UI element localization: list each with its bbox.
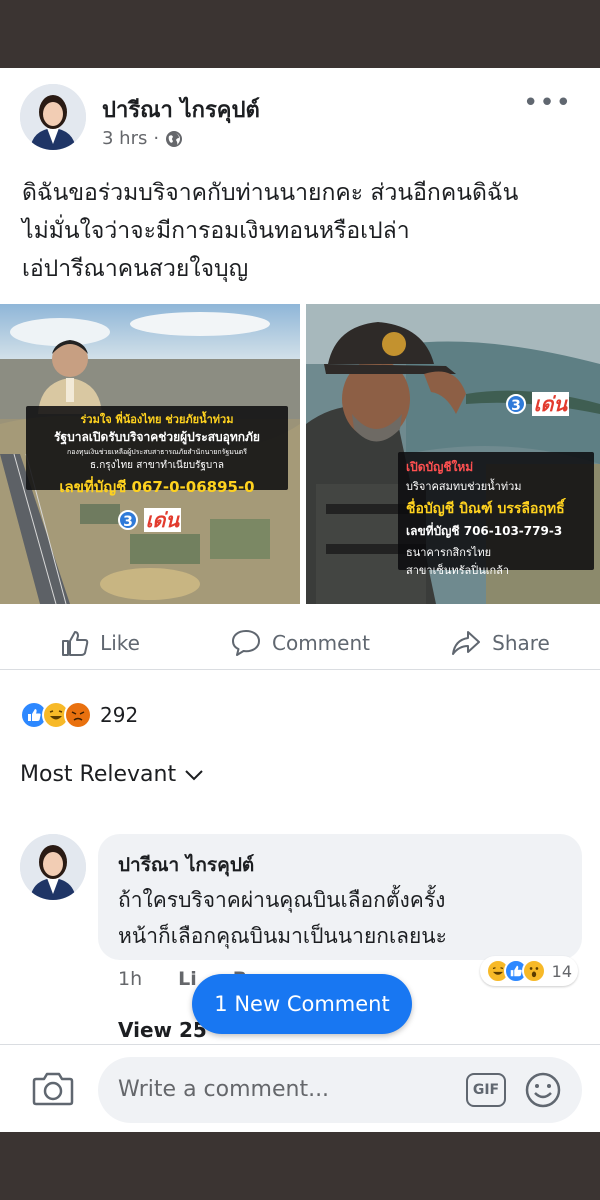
- comment-bubble: ปารีณา ไกรคุปต์ ถ้าใครบริจาคผ่านคุณบินเล…: [98, 834, 582, 960]
- comment-sort-dropdown[interactable]: Most Relevant: [20, 762, 204, 787]
- bottom-frame: [0, 1132, 600, 1200]
- post-screen: ปารีณา ไกรคุปต์ 3 hrs · ••• ดิฉันขอร่วมบ…: [0, 68, 600, 1132]
- channel-number: 3: [118, 510, 138, 530]
- banner-account: เลขที่บัญชี 067-0-06895-0: [59, 478, 255, 496]
- reaction-count: 292: [100, 703, 139, 727]
- post-text-line: ไม่มั่นใจว่าจะมีการอมเงินทอนหรือเปล่า: [22, 218, 410, 244]
- emoji-icon[interactable]: [524, 1071, 562, 1109]
- reaction-summary[interactable]: 292: [20, 698, 138, 732]
- banner-fund-name: กองทุนเงินช่วยเหลือผู้ประสบสาธารณภัยสำนั…: [67, 448, 247, 456]
- donation-banner-right: เปิดบัญชีใหม่ บริจาคสมทบช่วยน้ำท่วม ชื่อ…: [398, 452, 594, 577]
- banner-bank: ธ.กรุงไทย สาขาทำเนียบรัฐบาล: [89, 460, 225, 471]
- share-label: Share: [492, 630, 550, 655]
- comment-time: 1h: [118, 968, 143, 990]
- camera-icon[interactable]: [32, 1069, 74, 1107]
- post-text: ดิฉันขอร่วมบริจาคกับท่านนายกคะ ส่วนอีกคน…: [22, 174, 582, 288]
- post-author-avatar[interactable]: [20, 84, 86, 150]
- post-header: ปารีณา ไกรคุปต์ 3 hrs · •••: [0, 68, 600, 158]
- post-actions: Like Comment Share: [0, 616, 600, 670]
- top-frame: [0, 0, 600, 68]
- wow-reaction-icon: [521, 959, 546, 983]
- share-icon: [452, 630, 481, 655]
- like-button[interactable]: Like: [0, 616, 200, 669]
- banner-account-name: ชื่อบัญชี บิณฑ์ บรรลือฤทธิ์: [406, 501, 565, 517]
- comment-text: ถ้าใครบริจาคผ่านคุณบินเลือกตั้งครั้ง หน้…: [118, 882, 562, 954]
- comment-reaction-summary[interactable]: 14: [479, 956, 578, 986]
- donation-banner-left: ร่วมใจ พี่น้องไทย ช่วยภัยน้ำท่วม รัฐบาลเ…: [26, 406, 288, 496]
- comment-like-link[interactable]: Li: [178, 968, 197, 990]
- banner-subtitle: บริจาคสมทบช่วยน้ำท่วม: [406, 480, 522, 493]
- chevron-down-icon: [185, 769, 203, 780]
- banner-headline: ร่วมใจ พี่น้องไทย ช่วยภัยน้ำท่วม: [80, 413, 234, 426]
- like-icon: [62, 630, 89, 656]
- view-more-replies-link[interactable]: View 25: [118, 1018, 207, 1042]
- banner-subtitle: รัฐบาลเปิดรับบริจาคช่วยผู้ประสบอุทกภัย: [54, 430, 260, 444]
- comment-text-line: หน้าก็เลือกคุณบินมาเป็นนายกเลยนะ: [118, 924, 447, 948]
- new-comment-pill[interactable]: 1 New Comment: [192, 974, 412, 1034]
- more-icon[interactable]: •••: [523, 88, 572, 118]
- banner-bank: ธนาคารกสิกรไทย: [406, 546, 492, 559]
- share-button[interactable]: Share: [400, 616, 600, 669]
- post-meta: 3 hrs ·: [102, 128, 183, 149]
- comment-reaction-count: 14: [551, 961, 572, 981]
- gif-label: GIF: [472, 1082, 500, 1098]
- comment-input-placeholder: Write a comment...: [118, 1077, 330, 1102]
- channel-logo: 3 เด่น: [118, 504, 182, 536]
- channel-word: เด่น: [531, 392, 570, 416]
- post-image-left[interactable]: ร่วมใจ พี่น้องไทย ช่วยภัยน้ำท่วม รัฐบาลเ…: [0, 304, 300, 604]
- comment-author-name[interactable]: ปารีณา ไกรคุปต์: [118, 850, 562, 880]
- post-image-right[interactable]: 3 เด่น เปิดบัญชีใหม่ บริจาคสมทบช่วยน้ำท่…: [306, 304, 600, 604]
- post-text-line: ดิฉันขอร่วมบริจาคกับท่านนายกคะ ส่วนอีกคน…: [22, 180, 519, 206]
- comment-button[interactable]: Comment: [200, 616, 400, 669]
- comment-icon: [232, 629, 260, 656]
- comment-text-line: ถ้าใครบริจาคผ่านคุณบินเลือกตั้งครั้ง: [118, 888, 446, 912]
- comment-author-avatar[interactable]: [20, 834, 86, 900]
- comment-label: Comment: [272, 630, 370, 655]
- banner-account: เลขที่บัญชี 706-103-779-3: [406, 524, 563, 538]
- post-author-name[interactable]: ปารีณา ไกรคุปต์: [102, 92, 260, 127]
- comment-sort-label: Most Relevant: [20, 762, 177, 787]
- globe-icon: [166, 130, 183, 147]
- post-text-line: เอ่ปารีณาคนสวยใจบุญ: [22, 256, 249, 282]
- angry-reaction-icon: [64, 701, 92, 729]
- comment-input[interactable]: Write a comment... GIF: [98, 1057, 582, 1123]
- post-time[interactable]: 3 hrs: [102, 128, 147, 149]
- channel-word: เด่น: [143, 508, 182, 532]
- channel-number: 3: [506, 394, 526, 414]
- banner-headline: เปิดบัญชีใหม่: [406, 460, 474, 474]
- channel-logo: 3 เด่น: [506, 388, 570, 420]
- like-label: Like: [100, 630, 140, 655]
- meta-separator: ·: [153, 128, 160, 149]
- banner-branch: สาขาเซ็นทรัลปิ่นเกล้า: [406, 564, 510, 577]
- gif-icon[interactable]: GIF: [466, 1073, 506, 1107]
- comment-composer: Write a comment... GIF: [0, 1044, 600, 1132]
